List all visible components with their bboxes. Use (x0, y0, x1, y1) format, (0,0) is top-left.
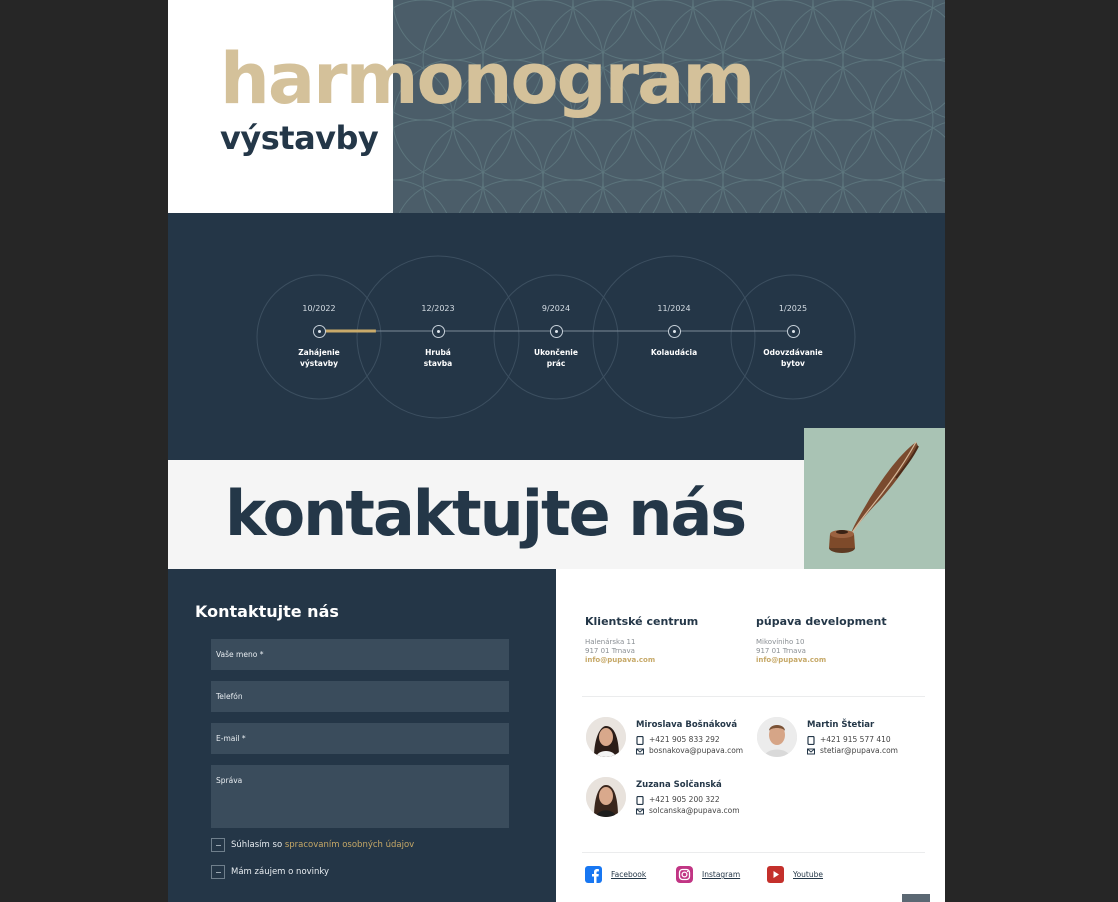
phone-icon (636, 795, 644, 805)
consent-label: Súhlasím so spracovaním osobných údajov (231, 840, 415, 850)
phone-field-placeholder: Telefón (216, 692, 243, 701)
phone-number[interactable]: +421 905 200 322 (649, 795, 720, 805)
timeline-dot (668, 325, 681, 338)
timeline-dot (432, 325, 445, 338)
avatar (586, 777, 626, 817)
youtube-label: Youtube (793, 870, 823, 879)
office-email-link[interactable]: info@pupava.com (585, 656, 698, 664)
timeline-dot (787, 325, 800, 338)
contact-info: Klientské centrum Halenárska 11 917 01 Tr… (556, 569, 945, 902)
newsletter-label: Mám záujem o novinky (231, 867, 330, 877)
contact-banner-title: kontaktujte nás (225, 477, 747, 550)
divider (582, 852, 925, 853)
facebook-label: Facebook (611, 870, 647, 879)
instagram-icon (676, 866, 693, 883)
email-line: solcanska@pupava.com (636, 806, 740, 816)
privacy-policy-link[interactable]: spracovaním osobných údajov (285, 840, 414, 850)
mail-icon (807, 747, 815, 756)
hero-subtitle: výstavby (220, 119, 379, 157)
timeline-section: 10/2022 Zahájenie výstavby 12/2023 Hrubá s… (168, 213, 945, 460)
message-field[interactable]: Správa (211, 765, 509, 828)
email-field-placeholder: E-mail * (216, 734, 246, 743)
timeline-label: Kolaudácia (650, 348, 698, 357)
consent-checkbox[interactable] (211, 838, 225, 852)
email-line: bosnakova@pupava.com (636, 746, 743, 756)
person-details: Zuzana Solčanská +421 905 200 322 solcan… (636, 777, 740, 817)
person-details: Miroslava Bošnáková +421 905 833 292 bos… (636, 717, 743, 757)
office-development: púpava development Mikovíniho 10 917 01 T… (756, 615, 887, 664)
divider (582, 696, 925, 697)
timeline-progress-bar (319, 329, 376, 333)
consent-row: Súhlasím so spracovaním osobných údajov (211, 838, 414, 852)
facebook-icon (585, 866, 602, 883)
person-details: Martin Štetiar +421 915 577 410 stetiar@… (807, 717, 898, 757)
newsletter-checkbox[interactable] (211, 865, 225, 879)
office-address: Mikovíniho 10 917 01 Trnava (756, 638, 806, 656)
form-title: Kontaktujte nás (195, 602, 339, 621)
timeline-label: Ukončenie prác (534, 348, 578, 368)
name-field[interactable]: Vaše meno * (211, 639, 509, 670)
person-name: Miroslava Bošnáková (636, 720, 738, 730)
hero-title: harmonogram (220, 38, 755, 120)
timeline-date: 12/2023 (421, 304, 455, 313)
facebook-link[interactable]: Facebook (585, 866, 646, 883)
phone-icon (807, 735, 815, 745)
hero-section: harmonogram výstavby (168, 0, 945, 213)
person-name: Zuzana Solčanská (636, 780, 722, 790)
timeline-date: 9/2024 (541, 304, 571, 313)
phone-line: +421 915 577 410 (807, 735, 898, 745)
email-address[interactable]: stetiar@pupava.com (820, 746, 898, 756)
avatar (586, 717, 626, 757)
scroll-to-top-button[interactable] (902, 894, 930, 902)
person-name: Martin Štetiar (807, 720, 875, 730)
email-field[interactable]: E-mail * (211, 723, 509, 754)
contact-form: Kontaktujte nás Vaše meno * Telefón E-ma… (168, 569, 556, 902)
person-card: Miroslava Bošnáková +421 905 833 292 bos… (586, 717, 743, 757)
name-field-placeholder: Vaše meno * (216, 650, 264, 659)
newsletter-row: Mám záujem o novinky (211, 865, 329, 879)
youtube-link[interactable]: Youtube (767, 866, 823, 883)
email-line: stetiar@pupava.com (807, 746, 898, 756)
office-address: Halenárska 11 917 01 Trnava (585, 638, 636, 656)
timeline-dot (313, 325, 326, 338)
avatar (757, 717, 797, 757)
message-field-placeholder: Správa (216, 776, 243, 785)
phone-icon (636, 735, 644, 745)
page: harmonogram výstavby 10/2022 Zahájenie vý… (168, 0, 945, 902)
mail-icon (636, 747, 644, 756)
quill-image (804, 428, 945, 569)
phone-field[interactable]: Telefón (211, 681, 509, 712)
office-title: púpava development (756, 615, 887, 628)
phone-number[interactable]: +421 915 577 410 (820, 735, 891, 745)
office-client-centre: Klientské centrum Halenárska 11 917 01 Tr… (585, 615, 698, 664)
phone-line: +421 905 833 292 (636, 735, 743, 745)
phone-line: +421 905 200 322 (636, 795, 740, 805)
timeline-date: 1/2025 (778, 304, 808, 313)
office-title: Klientské centrum (585, 615, 699, 628)
timeline-dot (550, 325, 563, 338)
person-card: Martin Štetiar +421 915 577 410 stetiar@… (757, 717, 898, 757)
person-card: Zuzana Solčanská +421 905 200 322 solcan… (586, 777, 740, 817)
instagram-link[interactable]: Instagram (676, 866, 740, 883)
timeline-date: 11/2024 (657, 304, 691, 313)
timeline-date: 10/2022 (302, 304, 336, 313)
phone-number[interactable]: +421 905 833 292 (649, 735, 720, 745)
youtube-icon (767, 866, 784, 883)
office-email-link[interactable]: info@pupava.com (756, 656, 887, 664)
timeline-label: Zahájenie výstavby (298, 348, 340, 368)
timeline-label: Hrubá stavba (423, 348, 453, 368)
email-address[interactable]: bosnakova@pupava.com (649, 746, 743, 756)
instagram-label: Instagram (702, 870, 741, 879)
mail-icon (636, 807, 644, 816)
timeline-label: Odovzdávanie bytov (763, 348, 823, 368)
email-address[interactable]: solcanska@pupava.com (649, 806, 740, 816)
